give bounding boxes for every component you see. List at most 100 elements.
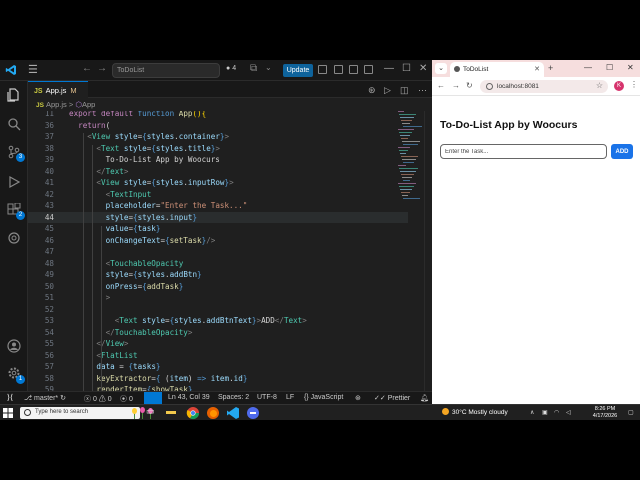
tab-app-js[interactable]: JS App.js M [28, 81, 88, 98]
code-line[interactable]: 59 renderItem={showTask} [28, 384, 408, 391]
code-line[interactable]: 51 > [28, 292, 408, 304]
code-line[interactable]: 36 return( [28, 120, 408, 132]
copilot-chat-icon[interactable]: ⊛ [368, 85, 376, 96]
browser-tab[interactable]: ToDoList ✕ [450, 62, 544, 77]
run-icon[interactable]: ▷ [384, 85, 391, 96]
minimap[interactable] [398, 111, 422, 211]
tab-close-icon[interactable]: ✕ [534, 65, 540, 73]
code-line[interactable]: 54 </TouchableOpacity> [28, 327, 408, 339]
task-view-icon[interactable]: ▭ [146, 406, 160, 420]
kebab-menu-icon[interactable]: ⋮ [630, 80, 638, 89]
windows-start-icon[interactable] [3, 408, 13, 418]
notifications-bell-icon[interactable]: 🔔︎ [420, 394, 429, 402]
code-line[interactable]: 42 <TextInput [28, 189, 408, 201]
code-line[interactable]: 57 data = {tasks} [28, 361, 408, 373]
chrome-icon[interactable] [186, 406, 200, 420]
problems-status[interactable]: ⓧ 0 ⚠ 0 [84, 394, 112, 404]
notification-center-icon[interactable]: ▢ [628, 409, 634, 416]
code-line[interactable]: 48 <TouchableOpacity [28, 258, 408, 270]
toggle-secondary-sidebar-icon[interactable] [364, 65, 373, 74]
firefox-icon[interactable] [206, 406, 220, 420]
code-line[interactable]: 41 <View style={styles.inputRow}> [28, 177, 408, 189]
language-status[interactable]: {} JavaScript [304, 394, 343, 401]
network-icon[interactable]: ◠ [554, 409, 559, 416]
code-line[interactable]: 39 To-Do-List App by Woocurs [28, 154, 408, 166]
tray-app-icon[interactable]: ▣ [542, 409, 548, 416]
taskbar-search-box[interactable]: Type here to search [20, 407, 153, 419]
search-icon[interactable] [7, 117, 21, 131]
code-editor[interactable]: 11 export default function App(){36 retur… [28, 111, 432, 391]
eol-status[interactable]: LF [286, 394, 294, 401]
code-line[interactable]: 53 <Text style={styles.addBtnText}>ADD</… [28, 315, 408, 327]
code-line[interactable]: 58 keyExtractor={ (item) => item.id} [28, 373, 408, 385]
weather-widget[interactable]: 30°C Mostly cloudy [442, 408, 508, 416]
new-tab-plus-icon[interactable]: + [548, 63, 553, 73]
account-icon[interactable] [7, 339, 21, 353]
code-line[interactable]: 40 </Text> [28, 166, 408, 178]
breadcrumb-file[interactable]: App.js [46, 100, 67, 109]
ports-status[interactable]: ⦿ 0 [120, 394, 133, 404]
layout-icon[interactable] [318, 65, 327, 74]
code-line[interactable]: 37 <View style={styles.container}> [28, 131, 408, 143]
minimize-icon[interactable]: — [384, 63, 394, 74]
code-line[interactable]: 47 [28, 246, 408, 258]
file-explorer-icon[interactable]: ▬ [166, 406, 180, 420]
indentation-status[interactable]: Spaces: 2 [218, 394, 249, 401]
openai-icon[interactable] [7, 231, 21, 245]
bookmark-star-icon[interactable]: ☆ [596, 81, 603, 90]
reload-icon[interactable]: ↻ [466, 81, 473, 90]
back-arrow-icon[interactable]: ← [437, 81, 445, 90]
volume-icon[interactable]: ◁ [566, 409, 571, 416]
explorer-icon[interactable] [7, 88, 21, 102]
code-line[interactable]: 55 </View> [28, 338, 408, 350]
address-bar[interactable]: localhost:8081 ☆ [480, 80, 608, 93]
code-line[interactable]: 44 style={styles.input} [28, 211, 408, 223]
code-line[interactable]: 45 value={task} [28, 223, 408, 235]
command-center-search[interactable]: ToDoList [112, 63, 220, 78]
copilot-badge[interactable]: ● 4 [226, 65, 236, 72]
code-line[interactable]: 43 placeholder="Enter the Task..." [28, 200, 408, 212]
code-line[interactable]: 49 style={styles.addBtn} [28, 269, 408, 281]
split-editor-icon[interactable]: ◫ [400, 85, 409, 96]
code-line[interactable]: 38 <Text style={styles.title}> [28, 143, 408, 155]
prettier-status[interactable]: ✓✓ Prettier [374, 394, 410, 402]
hamburger-menu-icon[interactable]: ☰ [28, 63, 38, 76]
update-button[interactable]: Update [283, 64, 313, 77]
remote-indicator-icon[interactable]: ⟩⟨ [0, 392, 20, 404]
profile-avatar[interactable]: K [614, 81, 624, 91]
code-line[interactable]: 50 onPress={addTask} [28, 281, 408, 293]
editor-scrollbar[interactable] [424, 111, 432, 391]
tab-search-chevron-icon[interactable]: ⌄ [435, 63, 447, 74]
live-share-icon[interactable] [144, 392, 162, 404]
tray-chevron-icon[interactable]: ∧ [530, 409, 534, 416]
add-task-button[interactable]: ADD [611, 144, 633, 159]
cursor-position[interactable]: Ln 43, Col 39 [168, 394, 210, 401]
close-icon[interactable]: ✕ [419, 63, 427, 74]
taskbar-clock[interactable]: 8:26 PM 4/17/2026 [588, 406, 622, 420]
copilot-status-icon[interactable]: ⊛ [355, 394, 361, 402]
maximize-icon[interactable]: ☐ [402, 63, 411, 74]
branch-status[interactable]: ⎇ master* ↻ [24, 394, 66, 402]
run-debug-icon[interactable] [7, 175, 21, 189]
site-info-icon[interactable] [486, 83, 493, 90]
minimize-icon[interactable]: — [584, 63, 592, 72]
code-line[interactable]: 56 <FlatList [28, 350, 408, 362]
recording-app-icon[interactable] [246, 406, 260, 420]
maximize-icon[interactable]: ☐ [606, 63, 613, 72]
forward-arrow-icon[interactable]: → [97, 63, 107, 74]
code-line[interactable]: 11 export default function App(){ [28, 111, 408, 120]
toggle-panel-icon[interactable] [349, 65, 358, 74]
forward-arrow-icon[interactable]: → [452, 81, 460, 90]
task-input[interactable] [440, 144, 607, 159]
encoding-status[interactable]: UTF-8 [257, 394, 277, 401]
back-arrow-icon[interactable]: ← [82, 63, 92, 74]
close-icon[interactable]: ✕ [627, 63, 634, 72]
chevron-down-icon[interactable]: ⌄ [265, 63, 272, 72]
code-line[interactable]: 52 [28, 304, 408, 316]
breadcrumb-symbol[interactable]: App [82, 100, 95, 109]
code-line[interactable]: 46 onChangeText={setTask}/> [28, 235, 408, 247]
copilot-icon[interactable]: ⧉ [250, 63, 257, 74]
vscode-taskbar-icon[interactable] [226, 406, 240, 420]
toggle-sidebar-icon[interactable] [334, 65, 343, 74]
more-actions-icon[interactable]: ⋯ [418, 85, 427, 96]
